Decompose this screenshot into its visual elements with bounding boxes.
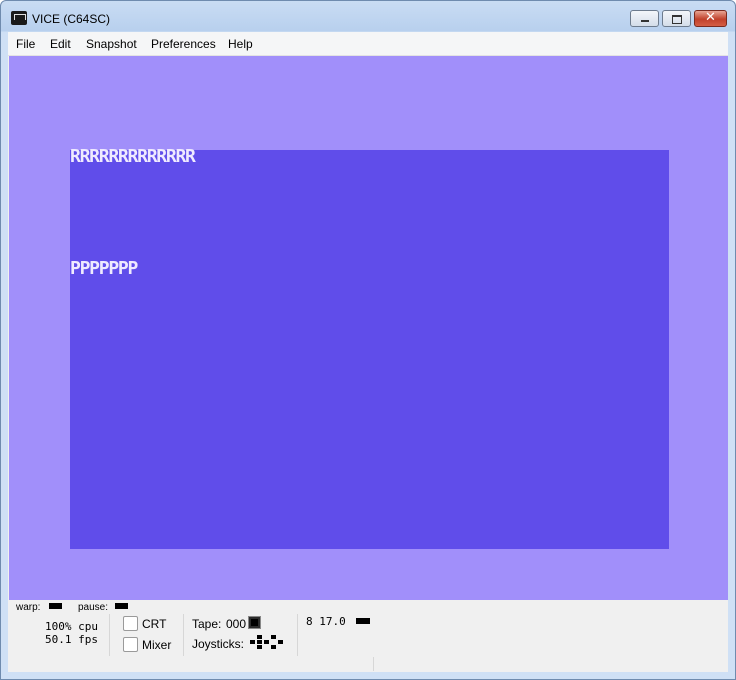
c64-border[interactable]: RRRRRRRRRRRRR PPPPPPP <box>9 56 728 600</box>
mixer-checkbox[interactable] <box>123 637 138 652</box>
drive-status: 8 17.0 <box>306 615 346 628</box>
tape-label: Tape: <box>192 617 222 631</box>
tape-counter: 000 <box>226 617 247 631</box>
menu-help[interactable]: Help <box>228 37 253 51</box>
minimize-button[interactable] <box>630 10 659 27</box>
mixer-label: Mixer <box>142 638 172 652</box>
minimize-icon <box>641 20 649 22</box>
pause-label: pause: <box>78 602 109 613</box>
vice-window: VICE (C64SC) ✕ File Edit Snapshot Prefer… <box>0 0 736 680</box>
status-separator <box>183 614 184 656</box>
status-separator <box>297 614 298 656</box>
window-title: VICE (C64SC) <box>32 12 111 26</box>
crt-label: CRT <box>142 617 167 631</box>
status-separator <box>373 657 374 671</box>
client-area: File Edit Snapshot Preferences Help RRRR… <box>8 32 728 672</box>
maximize-icon <box>672 15 682 24</box>
menu-edit[interactable]: Edit <box>50 37 71 51</box>
crt-checkbox[interactable] <box>123 616 138 631</box>
joystick-indicator[interactable] <box>250 635 286 651</box>
c64-screen[interactable]: RRRRRRRRRRRRR PPPPPPP <box>70 146 669 549</box>
drive-led <box>356 618 370 624</box>
c64-screen-line-2: PPPPPPP <box>70 258 138 279</box>
status-separator <box>109 614 110 656</box>
close-icon: ✕ <box>705 10 716 25</box>
close-button[interactable]: ✕ <box>694 10 727 27</box>
title-bar[interactable]: VICE (C64SC) ✕ <box>1 1 735 33</box>
cpu-usage: 100% cpu <box>45 620 98 633</box>
joysticks-label: Joysticks: <box>192 637 245 651</box>
maximize-button[interactable] <box>662 10 691 27</box>
vice-app-icon[interactable] <box>11 11 27 25</box>
pause-indicator[interactable] <box>115 603 128 609</box>
menu-bar: File Edit Snapshot Preferences Help <box>8 32 728 56</box>
menu-preferences[interactable]: Preferences <box>151 37 216 51</box>
warp-indicator[interactable] <box>49 603 62 609</box>
c64-screen-line-1: RRRRRRRRRRRRR <box>70 146 196 167</box>
menu-file[interactable]: File <box>16 37 35 51</box>
fps-readout: 50.1 fps <box>45 633 98 646</box>
status-bar: warp: pause: 100% cpu 50.1 fps CRT Mixer… <box>9 600 728 672</box>
menu-snapshot[interactable]: Snapshot <box>86 37 137 51</box>
warp-label: warp: <box>16 602 41 613</box>
tape-control-icon[interactable] <box>248 616 261 629</box>
